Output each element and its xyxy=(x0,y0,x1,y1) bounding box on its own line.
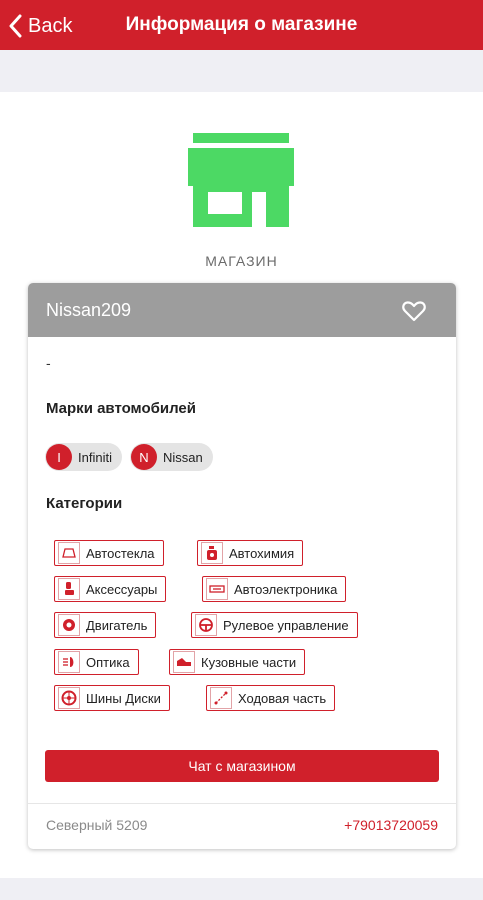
category-tires-wheels[interactable]: Шины Диски xyxy=(54,685,170,711)
headlight-icon xyxy=(58,651,80,673)
car-body-icon xyxy=(173,651,195,673)
store-phone-link[interactable]: +79013720059 xyxy=(344,817,438,833)
brand-initial: I xyxy=(46,444,72,470)
divider xyxy=(28,803,456,804)
wheel-icon xyxy=(58,687,80,709)
brand-initial: N xyxy=(131,444,157,470)
category-autoglass[interactable]: Автостекла xyxy=(54,540,164,566)
car-seat-icon xyxy=(58,578,80,600)
steering-wheel-icon xyxy=(195,614,217,636)
category-engine[interactable]: Двигатель xyxy=(54,612,157,638)
category-label: Автохимия xyxy=(229,545,295,561)
brand-label: Nissan xyxy=(163,449,203,465)
category-label: Ходовая часть xyxy=(238,690,327,706)
brand-label: Infiniti xyxy=(78,449,112,465)
categories-title: Категории xyxy=(46,495,123,512)
category-body-parts[interactable]: Кузовные части xyxy=(169,649,306,675)
category-label: Автостекла xyxy=(86,545,155,561)
windshield-icon xyxy=(58,542,80,564)
shop-description: - xyxy=(46,355,51,371)
category-label: Аксессуары xyxy=(86,581,158,597)
storefront-icon xyxy=(188,133,294,227)
category-autochemistry[interactable]: Автохимия xyxy=(197,540,304,566)
category-accessories[interactable]: Аксессуары xyxy=(54,576,167,602)
store-address: Северный 5209 xyxy=(46,817,148,833)
category-label: Рулевое управление xyxy=(223,617,349,633)
shop-name: Nissan209 xyxy=(46,300,132,320)
category-autoelectronics[interactable]: Автоэлектроника xyxy=(202,576,347,602)
brands-title: Марки автомобилей xyxy=(46,400,196,417)
category-steering[interactable]: Рулевое управление xyxy=(191,612,358,638)
electronics-icon xyxy=(206,578,228,600)
page-title: Информация о магазине xyxy=(125,14,358,35)
category-label: Оптика xyxy=(86,654,130,670)
engine-icon xyxy=(58,614,80,636)
chat-with-store-button[interactable]: Чат с магазином xyxy=(45,750,439,782)
category-suspension[interactable]: Ходовая часть xyxy=(206,685,336,711)
category-label: Автоэлектроника xyxy=(234,581,338,597)
category-label: Кузовные части xyxy=(201,654,297,670)
shop-card: Nissan209 - Марки автомобилей I Infiniti… xyxy=(28,283,456,849)
suspension-icon xyxy=(210,687,232,709)
category-label: Шины Диски xyxy=(86,690,161,706)
nav-bar: Back Информация о магазине xyxy=(0,0,483,50)
heart-outline-icon[interactable] xyxy=(402,300,426,322)
store-type-label: МАГАЗИН xyxy=(205,253,278,269)
category-label: Двигатель xyxy=(86,617,148,633)
chemical-bottle-icon xyxy=(201,542,223,564)
brand-chip-nissan[interactable]: N Nissan xyxy=(130,443,213,471)
brand-chip-infiniti[interactable]: I Infiniti xyxy=(45,443,122,471)
shop-card-header: Nissan209 xyxy=(28,283,456,337)
category-optics[interactable]: Оптика xyxy=(54,649,139,675)
